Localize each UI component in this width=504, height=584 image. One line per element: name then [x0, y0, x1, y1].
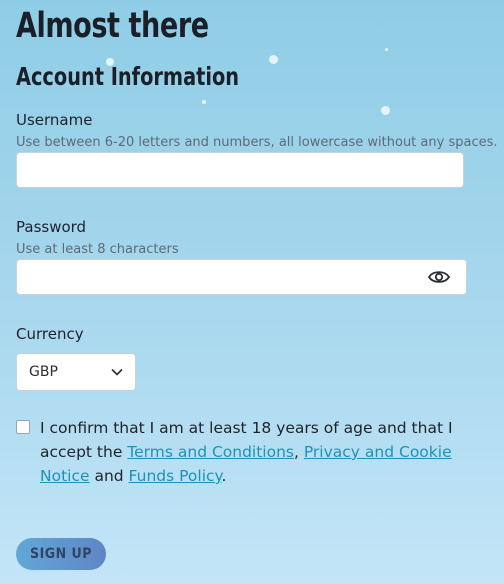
funds-policy-link[interactable]: Funds Policy — [129, 467, 222, 485]
username-field — [16, 152, 464, 188]
decor-dot — [381, 106, 390, 115]
password-hint: Use at least 8 characters — [16, 242, 179, 257]
terms-link[interactable]: Terms and Conditions — [127, 443, 294, 461]
consent-text: I confirm that I am at least 18 years of… — [40, 416, 480, 488]
password-label: Password — [16, 218, 87, 236]
page-title: Almost there — [16, 6, 209, 46]
currency-label: Currency — [16, 325, 84, 343]
consent-text-part: . — [221, 467, 227, 485]
consent-text-part: and — [89, 467, 129, 485]
chevron-down-icon — [111, 368, 123, 376]
username-hint: Use between 6-20 letters and numbers, al… — [16, 135, 498, 150]
section-title: Account Information — [16, 62, 240, 91]
eye-icon[interactable] — [428, 269, 450, 285]
username-input[interactable] — [17, 153, 463, 187]
decor-dot — [202, 100, 206, 104]
decor-dot — [385, 48, 388, 51]
age-terms-checkbox[interactable] — [16, 420, 30, 434]
currency-select[interactable]: GBP — [16, 353, 136, 391]
password-input[interactable] — [17, 260, 466, 294]
currency-selected-value: GBP — [29, 364, 58, 380]
decor-dot — [269, 55, 278, 64]
sign-up-button[interactable]: Sign up — [16, 538, 106, 570]
password-field — [16, 259, 467, 295]
username-label: Username — [16, 111, 93, 129]
consent-text-part: , — [294, 443, 304, 461]
